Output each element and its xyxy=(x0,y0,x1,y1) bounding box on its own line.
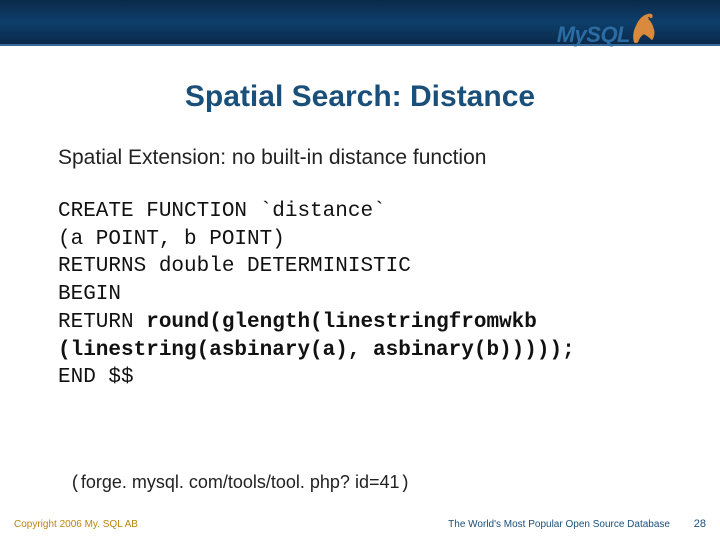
paren-close: ) xyxy=(400,474,411,494)
paren-open: ( xyxy=(70,474,81,494)
tagline: The World's Most Popular Open Source Dat… xyxy=(448,519,670,530)
code-bold: (linestring(asbinary(a), asbinary(b)))))… xyxy=(58,339,575,362)
code-line: RETURNS double DETERMINISTIC xyxy=(58,255,411,278)
dolphin-icon xyxy=(628,8,658,48)
code-line: RETURN xyxy=(58,311,146,334)
logo-text: MySQL xyxy=(557,22,630,48)
page-number: 28 xyxy=(694,518,706,530)
reference-url: (forge. mysql. com/tools/tool. php? id=4… xyxy=(70,472,410,494)
slide-title: Spatial Search: Distance xyxy=(0,80,720,114)
url-text: forge. mysql. com/tools/tool. php? id=41 xyxy=(81,472,400,492)
code-line: END $$ xyxy=(58,366,134,389)
code-line: CREATE FUNCTION `distance` xyxy=(58,200,386,223)
code-line: (a POINT, b POINT) xyxy=(58,228,285,251)
code-line: BEGIN xyxy=(58,283,121,306)
mysql-logo: MySQL xyxy=(557,8,658,48)
subtitle: Spatial Extension: no built-in distance … xyxy=(58,146,670,170)
slide-content: Spatial Extension: no built-in distance … xyxy=(58,146,670,392)
code-bold: round(glength(linestringfromwkb xyxy=(146,311,537,334)
copyright: Copyright 2006 My. SQL AB xyxy=(14,519,138,530)
code-block: CREATE FUNCTION `distance` (a POINT, b P… xyxy=(58,198,670,392)
